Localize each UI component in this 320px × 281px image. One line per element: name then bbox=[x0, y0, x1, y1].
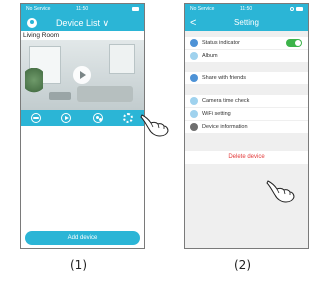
album-icon bbox=[190, 52, 198, 60]
nav-bar: < Setting bbox=[185, 15, 308, 31]
settings-row-status-indicator: Status indicator bbox=[185, 37, 308, 49]
playback-icon[interactable] bbox=[61, 113, 71, 123]
settings-row-label: Album bbox=[202, 53, 218, 59]
settings-row-album[interactable]: Album bbox=[185, 50, 308, 62]
battery-icon bbox=[296, 7, 303, 11]
preview-table bbox=[49, 92, 71, 100]
figure-caption-2: (2) bbox=[234, 258, 251, 272]
device-name-label: Living Room bbox=[23, 32, 60, 39]
figure-caption-1: (1) bbox=[70, 258, 87, 272]
pointing-hand-icon bbox=[266, 180, 295, 203]
delete-device-button[interactable]: Delete device bbox=[185, 151, 308, 164]
clock-text: 11:50 bbox=[76, 6, 89, 12]
settings-row-label: Status indicator bbox=[202, 40, 240, 46]
cloud-icon[interactable] bbox=[31, 113, 41, 123]
wifi-icon bbox=[190, 110, 198, 118]
device-list-screen: No Service 11:50 Device List ∨ Living Ro… bbox=[20, 3, 145, 249]
settings-row-wifi[interactable]: WiFi setting bbox=[185, 108, 308, 120]
page-title: Setting bbox=[234, 18, 259, 27]
preview-sofa bbox=[77, 86, 133, 102]
settings-gear-icon[interactable] bbox=[123, 113, 133, 123]
clock-icon bbox=[190, 97, 198, 105]
eye-icon bbox=[190, 39, 198, 47]
share-icon[interactable] bbox=[93, 113, 103, 123]
settings-row-camera-time[interactable]: Camera time check bbox=[185, 95, 308, 107]
status-icons bbox=[290, 7, 303, 11]
status-bar: No Service 11:50 bbox=[21, 4, 144, 15]
device-list-dropdown[interactable]: Device List ∨ bbox=[21, 15, 144, 31]
share-icon bbox=[190, 74, 198, 82]
device-action-bar bbox=[21, 110, 144, 126]
nav-bar: Device List ∨ bbox=[21, 15, 144, 31]
carrier-text: No Service bbox=[190, 6, 215, 12]
preview-plant bbox=[25, 68, 43, 98]
carrier-text: No Service bbox=[26, 6, 51, 12]
camera-icon bbox=[190, 123, 198, 131]
settings-row-device-info[interactable]: Device information bbox=[185, 121, 308, 133]
battery-icon bbox=[132, 7, 139, 11]
pointing-hand-icon bbox=[140, 114, 169, 137]
alarm-icon bbox=[290, 7, 294, 11]
settings-list: Status indicator Album Share with friend… bbox=[185, 31, 308, 248]
status-icons bbox=[132, 7, 139, 11]
play-icon[interactable] bbox=[73, 66, 91, 84]
settings-row-label: Camera time check bbox=[202, 98, 250, 104]
preview-window-right bbox=[109, 44, 135, 74]
camera-preview[interactable] bbox=[21, 40, 144, 110]
settings-screen: No Service 11:50 < Setting Status indica… bbox=[184, 3, 309, 249]
status-indicator-toggle[interactable] bbox=[286, 39, 302, 47]
add-device-button[interactable]: Add device bbox=[25, 231, 140, 245]
settings-row-share[interactable]: Share with friends bbox=[185, 72, 308, 84]
settings-row-label: Share with friends bbox=[202, 75, 247, 81]
status-bar: No Service 11:50 bbox=[185, 4, 308, 15]
settings-row-label: Device information bbox=[202, 124, 248, 130]
clock-text: 11:50 bbox=[240, 6, 253, 12]
settings-row-label: WiFi setting bbox=[202, 111, 231, 117]
